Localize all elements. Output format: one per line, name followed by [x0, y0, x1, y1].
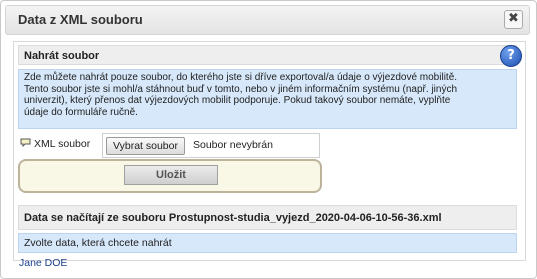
save-button[interactable]: Uložit: [124, 165, 218, 185]
user-name[interactable]: Jane DOE: [19, 257, 67, 269]
load-section-title: Data se načítají ze souboru Prostupnost-…: [24, 212, 442, 224]
xml-file-label: XML soubor: [18, 132, 98, 156]
load-section-header: Data se načítají ze souboru Prostupnost-…: [18, 205, 517, 230]
choose-data-prompt: Zvolte data, která chcete nahrát: [18, 233, 517, 253]
upload-section-title: Nahrát soubor: [24, 50, 100, 62]
upload-info-text: Zde můžete nahrát pouze soubor, do které…: [18, 69, 517, 129]
info-line: údaje do formuláře ručně.: [24, 106, 138, 118]
file-status: Soubor nevybrán: [193, 139, 273, 151]
dialog-content: Nahrát soubor ? Zde můžete nahrát pouze …: [13, 41, 526, 261]
info-line: univerzit), který přenos dat výjezdových…: [24, 95, 451, 106]
submit-area: Uložit: [18, 159, 322, 193]
speech-bubble-icon: [20, 138, 31, 151]
help-icon[interactable]: ?: [500, 45, 522, 67]
file-input[interactable]: Vybrat soubor Soubor nevybrán: [102, 133, 320, 158]
close-icon[interactable]: ✖: [504, 10, 523, 29]
choose-data-text: Zvolte data, která chcete nahrát: [24, 237, 172, 249]
dialog-titlebar: Data z XML souboru ✖: [5, 5, 530, 35]
dialog-title: Data z XML souboru: [18, 12, 143, 27]
info-line: Zde můžete nahrát pouze soubor, do které…: [24, 72, 458, 83]
upload-section-header: Nahrát soubor: [18, 45, 517, 65]
xml-file-label-text: XML soubor: [34, 138, 91, 150]
choose-file-button[interactable]: Vybrat soubor: [106, 137, 185, 155]
info-line: Tento soubor jste si mohl/a stáhnout buď…: [24, 83, 458, 95]
dialog-window: Data z XML souboru ✖ Nahrát soubor ? Zde…: [0, 0, 537, 279]
